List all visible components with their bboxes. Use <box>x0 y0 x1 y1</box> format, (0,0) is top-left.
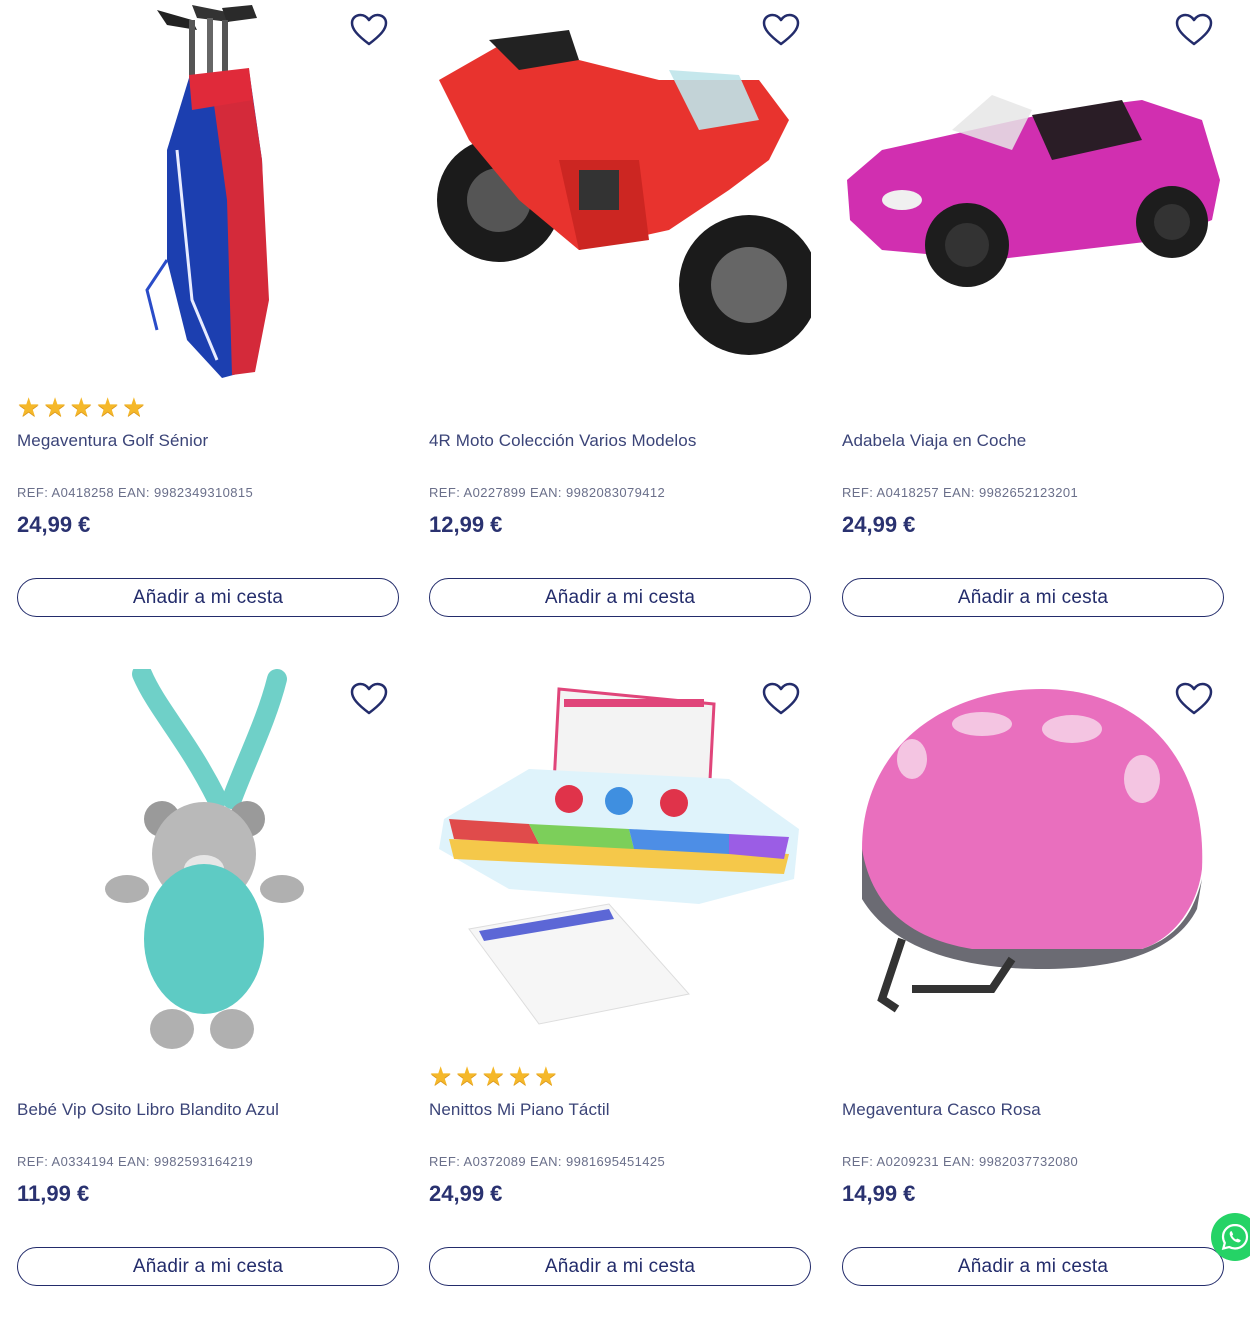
heart-outline-icon <box>762 682 800 715</box>
star-icon: ★ <box>95 392 120 422</box>
product-card: ★ ★ ★ ★ ★ Nenittos Mi Piano Táctil REF: … <box>429 669 811 1309</box>
product-ref: REF: A0227899 EAN: 9982083079412 <box>429 485 666 500</box>
product-price: 24,99 € <box>842 512 916 537</box>
product-ref: REF: A0418258 EAN: 9982349310815 <box>17 485 254 500</box>
product-name[interactable]: Nenittos Mi Piano Táctil <box>429 1100 610 1120</box>
pink-helmet-image[interactable] <box>842 669 1224 1054</box>
heart-outline-icon <box>762 13 800 46</box>
product-ref: REF: A0372089 EAN: 9981695451425 <box>429 1154 666 1169</box>
heart-outline-icon <box>1175 13 1213 46</box>
toy-piano-image[interactable] <box>429 669 811 1054</box>
golf-bag-image[interactable] <box>17 0 399 385</box>
rating-stars: ★ ★ ★ ★ ★ <box>17 394 146 420</box>
favorite-button[interactable] <box>761 681 801 717</box>
product-price: 14,99 € <box>842 1181 916 1206</box>
product-name[interactable]: 4R Moto Colección Varios Modelos <box>429 431 696 451</box>
favorite-button[interactable] <box>349 681 389 717</box>
product-card: Bebé Vip Osito Libro Blandito Azul REF: … <box>17 669 399 1309</box>
star-icon: ★ <box>507 1061 532 1091</box>
heart-outline-icon <box>350 13 388 46</box>
teddy-bear-image[interactable] <box>17 669 399 1054</box>
add-to-cart-button[interactable]: Añadir a mi cesta <box>17 1247 399 1286</box>
product-name[interactable]: Bebé Vip Osito Libro Blandito Azul <box>17 1100 279 1120</box>
product-card: Adabela Viaja en Coche REF: A0418257 EAN… <box>842 0 1224 640</box>
product-card: Megaventura Casco Rosa REF: A0209231 EAN… <box>842 669 1224 1309</box>
motorcycle-image[interactable] <box>429 0 811 385</box>
product-price: 11,99 € <box>17 1181 90 1206</box>
product-price: 24,99 € <box>17 512 91 537</box>
product-card: ★ ★ ★ ★ ★ Megaventura Golf Sénior REF: A… <box>17 0 399 640</box>
star-icon: ★ <box>17 392 41 422</box>
star-icon: ★ <box>481 1061 505 1091</box>
product-name[interactable]: Megaventura Casco Rosa <box>842 1100 1041 1120</box>
add-to-cart-button[interactable]: Añadir a mi cesta <box>429 1247 811 1286</box>
heart-outline-icon <box>1175 682 1213 715</box>
favorite-button[interactable] <box>1174 12 1214 48</box>
product-grid: ★ ★ ★ ★ ★ Megaventura Golf Sénior REF: A… <box>0 0 1250 1337</box>
product-price: 12,99 € <box>429 512 503 537</box>
pink-car-image[interactable] <box>842 0 1224 385</box>
whatsapp-icon <box>1221 1223 1249 1251</box>
favorite-button[interactable] <box>1174 681 1214 717</box>
add-to-cart-button[interactable]: Añadir a mi cesta <box>429 578 811 617</box>
product-ref: REF: A0334194 EAN: 9982593164219 <box>17 1154 254 1169</box>
add-to-cart-button[interactable]: Añadir a mi cesta <box>842 1247 1224 1286</box>
product-ref: REF: A0209231 EAN: 9982037732080 <box>842 1154 1079 1169</box>
product-price: 24,99 € <box>429 1181 503 1206</box>
product-card: 4R Moto Colección Varios Modelos REF: A0… <box>429 0 811 640</box>
star-icon: ★ <box>122 392 146 422</box>
heart-outline-icon <box>350 682 388 715</box>
add-to-cart-button[interactable]: Añadir a mi cesta <box>842 578 1224 617</box>
rating-stars: ★ ★ ★ ★ ★ <box>429 1063 558 1089</box>
add-to-cart-button[interactable]: Añadir a mi cesta <box>17 578 399 617</box>
favorite-button[interactable] <box>761 12 801 48</box>
product-name[interactable]: Adabela Viaja en Coche <box>842 431 1026 451</box>
favorite-button[interactable] <box>349 12 389 48</box>
product-ref: REF: A0418257 EAN: 9982652123201 <box>842 485 1079 500</box>
star-icon: ★ <box>429 1061 453 1091</box>
star-icon: ★ <box>534 1061 558 1091</box>
product-name[interactable]: Megaventura Golf Sénior <box>17 431 208 451</box>
star-icon: ★ <box>455 1061 479 1091</box>
star-icon: ★ <box>43 392 67 422</box>
star-icon: ★ <box>69 392 93 422</box>
